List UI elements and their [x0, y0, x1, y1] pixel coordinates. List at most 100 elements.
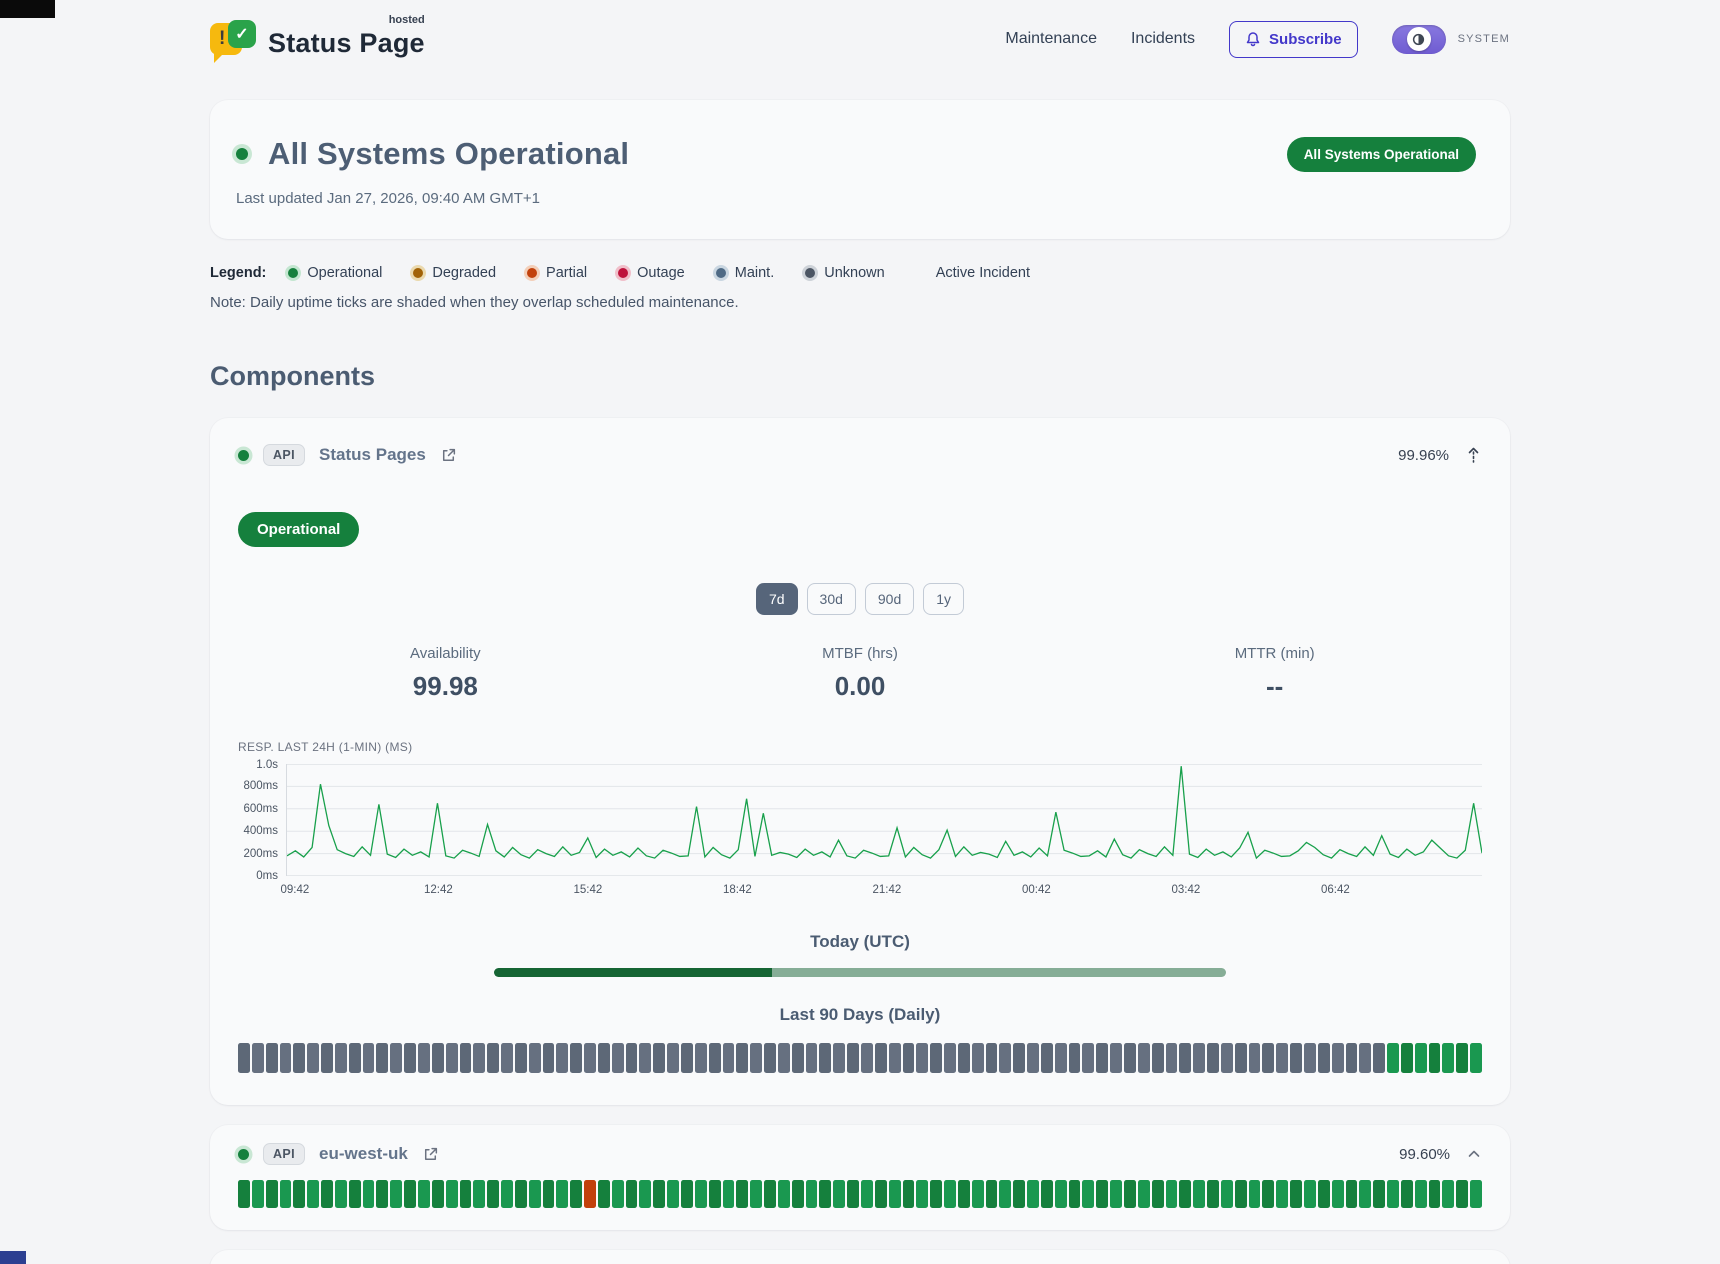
uptime-tick[interactable] — [653, 1043, 665, 1073]
range-button-1y[interactable]: 1y — [923, 583, 964, 615]
uptime-tick[interactable] — [432, 1043, 444, 1073]
uptime-tick[interactable] — [1387, 1043, 1399, 1073]
uptime-tick[interactable] — [598, 1043, 610, 1073]
uptime-tick[interactable] — [1456, 1180, 1468, 1208]
uptime-tick[interactable] — [1456, 1043, 1468, 1073]
uptime-tick[interactable] — [1096, 1180, 1108, 1208]
uptime-tick[interactable] — [972, 1180, 984, 1208]
today-progress-bar[interactable] — [494, 968, 1226, 977]
uptime-tick[interactable] — [293, 1180, 305, 1208]
uptime-tick[interactable] — [875, 1180, 887, 1208]
uptime-tick[interactable] — [1332, 1043, 1344, 1073]
uptime-tick[interactable] — [1304, 1180, 1316, 1208]
uptime-tick[interactable] — [1013, 1180, 1025, 1208]
uptime-tick[interactable] — [1401, 1180, 1413, 1208]
uptime-tick[interactable] — [1138, 1043, 1150, 1073]
uptime-tick[interactable] — [626, 1043, 638, 1073]
uptime-tick[interactable] — [1082, 1043, 1094, 1073]
uptime-tick[interactable] — [556, 1180, 568, 1208]
uptime-tick[interactable] — [1290, 1043, 1302, 1073]
uptime-tick[interactable] — [1373, 1180, 1385, 1208]
nav-maintenance[interactable]: Maintenance — [1005, 30, 1097, 48]
uptime-tick[interactable] — [723, 1180, 735, 1208]
uptime-tick[interactable] — [266, 1043, 278, 1073]
uptime-tick[interactable] — [321, 1043, 333, 1073]
uptime-tick[interactable] — [889, 1043, 901, 1073]
uptime-tick[interactable] — [1152, 1043, 1164, 1073]
uptime-tick[interactable] — [570, 1180, 582, 1208]
uptime-tick[interactable] — [1304, 1043, 1316, 1073]
uptime-tick[interactable] — [806, 1043, 818, 1073]
uptime-tick[interactable] — [376, 1180, 388, 1208]
uptime-tick[interactable] — [695, 1180, 707, 1208]
uptime-tick[interactable] — [473, 1180, 485, 1208]
uptime-tick[interactable] — [819, 1180, 831, 1208]
uptime-tick[interactable] — [515, 1043, 527, 1073]
uptime-tick[interactable] — [280, 1043, 292, 1073]
uptime-tick[interactable] — [280, 1180, 292, 1208]
uptime-tick[interactable] — [501, 1180, 513, 1208]
uptime-tick[interactable] — [653, 1180, 665, 1208]
chevron-up-icon[interactable] — [1466, 1148, 1482, 1160]
uptime-tick[interactable] — [750, 1043, 762, 1073]
brand-logo[interactable]: ! ✓ hosted Status Page — [210, 18, 425, 60]
uptime-tick[interactable] — [1387, 1180, 1399, 1208]
uptime-tick[interactable] — [349, 1043, 361, 1073]
nav-incidents[interactable]: Incidents — [1131, 30, 1195, 48]
uptime-tick[interactable] — [1055, 1043, 1067, 1073]
uptime-tick[interactable] — [819, 1043, 831, 1073]
uptime-tick[interactable] — [1429, 1043, 1441, 1073]
uptime-tick[interactable] — [1249, 1180, 1261, 1208]
uptime-tick[interactable] — [1401, 1043, 1413, 1073]
uptime-tick[interactable] — [986, 1043, 998, 1073]
uptime-tick[interactable] — [543, 1180, 555, 1208]
uptime-tick[interactable] — [363, 1043, 375, 1073]
uptime-tick[interactable] — [1346, 1043, 1358, 1073]
uptime-tick[interactable] — [1332, 1180, 1344, 1208]
uptime-tick[interactable] — [349, 1180, 361, 1208]
uptime-tick[interactable] — [404, 1180, 416, 1208]
uptime-tick[interactable] — [1442, 1043, 1454, 1073]
uptime-tick[interactable] — [958, 1180, 970, 1208]
uptime-tick[interactable] — [543, 1043, 555, 1073]
uptime-tick[interactable] — [944, 1043, 956, 1073]
uptime-tick[interactable] — [1262, 1043, 1274, 1073]
uptime-tick[interactable] — [930, 1180, 942, 1208]
uptime-tick[interactable] — [446, 1180, 458, 1208]
uptime-tick[interactable] — [1193, 1180, 1205, 1208]
uptime-tick[interactable] — [266, 1180, 278, 1208]
uptime-tick[interactable] — [986, 1180, 998, 1208]
uptime-tick[interactable] — [889, 1180, 901, 1208]
uptime-tick[interactable] — [1027, 1043, 1039, 1073]
uptime-tick[interactable] — [1027, 1180, 1039, 1208]
uptime-tick[interactable] — [806, 1180, 818, 1208]
uptime-tick[interactable] — [1470, 1043, 1482, 1073]
uptime-tick[interactable] — [612, 1180, 624, 1208]
range-button-30d[interactable]: 30d — [807, 583, 856, 615]
uptime-tick[interactable] — [626, 1180, 638, 1208]
uptime-tick[interactable] — [584, 1180, 596, 1208]
uptime-tick[interactable] — [1470, 1180, 1482, 1208]
uptime-tick[interactable] — [764, 1180, 776, 1208]
external-link-icon[interactable] — [440, 447, 457, 464]
uptime-tick[interactable] — [1415, 1180, 1427, 1208]
uptime-tick[interactable] — [460, 1180, 472, 1208]
uptime-tick[interactable] — [861, 1180, 873, 1208]
uptime-tick[interactable] — [529, 1180, 541, 1208]
uptime-tick[interactable] — [1179, 1180, 1191, 1208]
uptime-tick[interactable] — [1096, 1043, 1108, 1073]
uptime-tick[interactable] — [1041, 1043, 1053, 1073]
uptime-tick[interactable] — [1318, 1043, 1330, 1073]
uptime-tick[interactable] — [1124, 1043, 1136, 1073]
uptime-tick[interactable] — [363, 1180, 375, 1208]
uptime-tick[interactable] — [639, 1043, 651, 1073]
uptime-tick[interactable] — [639, 1180, 651, 1208]
uptime-tick[interactable] — [1082, 1180, 1094, 1208]
uptime-tick[interactable] — [792, 1180, 804, 1208]
uptime-tick[interactable] — [612, 1043, 624, 1073]
uptime-tick[interactable] — [667, 1043, 679, 1073]
uptime-tick[interactable] — [252, 1043, 264, 1073]
uptime-tick[interactable] — [667, 1180, 679, 1208]
uptime-tick[interactable] — [1179, 1043, 1191, 1073]
uptime-tick[interactable] — [376, 1043, 388, 1073]
